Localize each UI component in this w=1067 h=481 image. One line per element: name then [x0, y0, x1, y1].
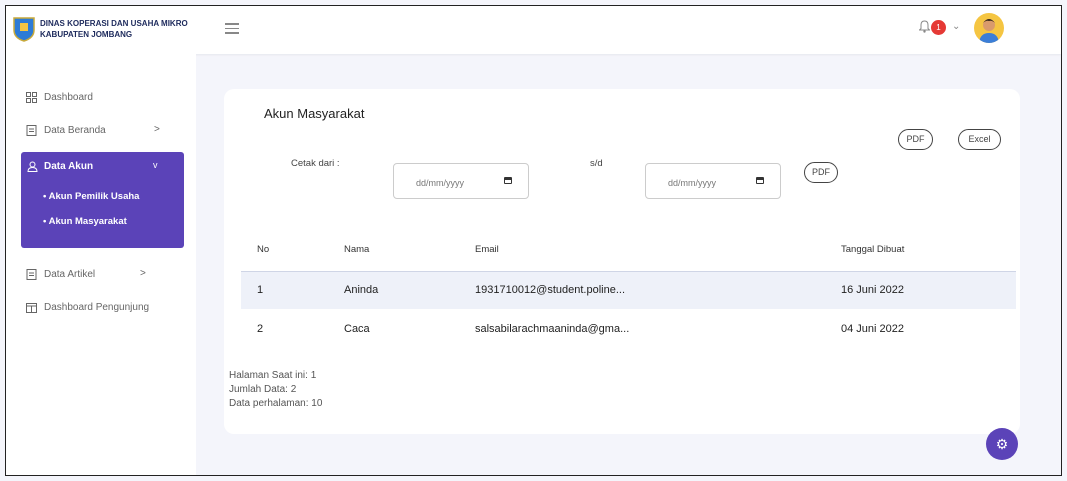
- date-from-placeholder: dd/mm/yyyy: [416, 178, 465, 188]
- cell-tanggal: 04 Juni 2022: [841, 323, 904, 335]
- sidebar-item-data-beranda[interactable]: Data Beranda >: [6, 117, 196, 147]
- settings-button[interactable]: ⚙: [986, 428, 1018, 460]
- sidebar-item-label: Data Artikel: [44, 269, 96, 280]
- sidebar-item-label: Dashboard Pengunjung: [44, 302, 150, 313]
- table-row[interactable]: 2 Caca salsabilarachmaaninda@gma... 04 J…: [241, 311, 1016, 349]
- sidebar: Dashboard Data Beranda > Data Akun v • A…: [6, 54, 196, 475]
- brand-line-1: DINAS KOPERASI DAN USAHA MIKRO: [40, 19, 188, 28]
- export-pdf-button[interactable]: PDF: [898, 129, 933, 150]
- print-pdf-button[interactable]: PDF: [804, 162, 838, 183]
- total-data-text: Jumlah Data: 2: [229, 384, 297, 395]
- calendar-icon[interactable]: [504, 177, 512, 184]
- cell-no: 2: [257, 323, 264, 335]
- sidebar-item-dashboard[interactable]: Dashboard: [6, 84, 196, 114]
- document-icon: [26, 125, 37, 136]
- submenu-akun-pemilik-usaha[interactable]: • Akun Pemilik Usaha: [43, 191, 139, 202]
- app-window: DINAS KOPERASI DAN USAHA MIKRO KABUPATEN…: [5, 5, 1062, 476]
- submenu-label: Akun Masyarakat: [48, 216, 127, 227]
- per-page-text: Data perhalaman: 10: [229, 398, 323, 409]
- page-title: Akun Masyarakat: [264, 106, 365, 121]
- brand-title: DINAS KOPERASI DAN USAHA MIKRO KABUPATEN…: [40, 18, 210, 40]
- grid-icon: [26, 92, 37, 103]
- column-header-tanggal: Tanggal Dibuat: [841, 244, 905, 255]
- top-bar: DINAS KOPERASI DAN USAHA MIKRO KABUPATEN…: [6, 6, 1061, 54]
- column-header-nama: Nama: [344, 244, 370, 255]
- calendar-icon: [26, 303, 37, 313]
- gear-icon: ⚙: [995, 436, 1009, 452]
- chevron-right-icon: >: [154, 124, 160, 135]
- calendar-icon[interactable]: [756, 177, 764, 184]
- user-icon: [27, 161, 38, 172]
- avatar[interactable]: [974, 13, 1004, 43]
- sidebar-item-data-akun[interactable]: Data Akun v • Akun Pemilik Usaha • Akun …: [21, 152, 184, 248]
- chevron-down-icon[interactable]: ⌄: [952, 21, 960, 32]
- chevron-down-icon: v: [153, 160, 158, 170]
- cell-no: 1: [257, 284, 264, 296]
- date-from-input[interactable]: dd/mm/yyyy: [393, 163, 529, 199]
- bell-icon[interactable]: [919, 20, 930, 33]
- submenu-akun-masyarakat[interactable]: • Akun Masyarakat: [43, 216, 127, 227]
- sidebar-item-label: Data Akun: [44, 161, 94, 172]
- date-to-input[interactable]: dd/mm/yyyy: [645, 163, 781, 199]
- sidebar-item-dashboard-pengunjung[interactable]: Dashboard Pengunjung: [6, 294, 196, 324]
- table-row[interactable]: 1 Aninda 1931710012@student.poline... 16…: [241, 271, 1016, 309]
- brand-line-2: KABUPATEN JOMBANG: [40, 30, 133, 39]
- notification-badge[interactable]: 1: [931, 20, 946, 35]
- date-range-separator: s/d: [590, 158, 603, 169]
- sidebar-item-label: Data Beranda: [44, 125, 106, 136]
- column-header-no: No: [257, 244, 270, 255]
- cell-nama: Caca: [344, 323, 370, 335]
- filter-label: Cetak dari :: [291, 158, 340, 169]
- date-to-placeholder: dd/mm/yyyy: [668, 178, 717, 188]
- current-page-text: Halaman Saat ini: 1: [229, 370, 317, 381]
- cell-tanggal: 16 Juni 2022: [841, 284, 904, 296]
- kabupaten-logo: [13, 17, 35, 42]
- column-header-email: Email: [475, 244, 499, 255]
- export-excel-button[interactable]: Excel: [958, 129, 1001, 150]
- cell-email: salsabilarachmaaninda@gma...: [475, 323, 630, 335]
- menu-toggle-icon[interactable]: [225, 23, 239, 37]
- sidebar-item-data-artikel[interactable]: Data Artikel >: [6, 261, 196, 291]
- submenu-label: Akun Pemilik Usaha: [48, 191, 140, 202]
- chevron-right-icon: >: [140, 268, 146, 279]
- cell-email: 1931710012@student.poline...: [475, 284, 626, 296]
- akun-masyarakat-card: Akun Masyarakat PDF Excel Cetak dari : d…: [224, 89, 1020, 434]
- sidebar-item-label: Dashboard: [44, 92, 93, 103]
- sidebar-group-header[interactable]: Data Akun v: [21, 152, 184, 180]
- cell-nama: Aninda: [344, 284, 379, 296]
- document-icon: [26, 269, 37, 280]
